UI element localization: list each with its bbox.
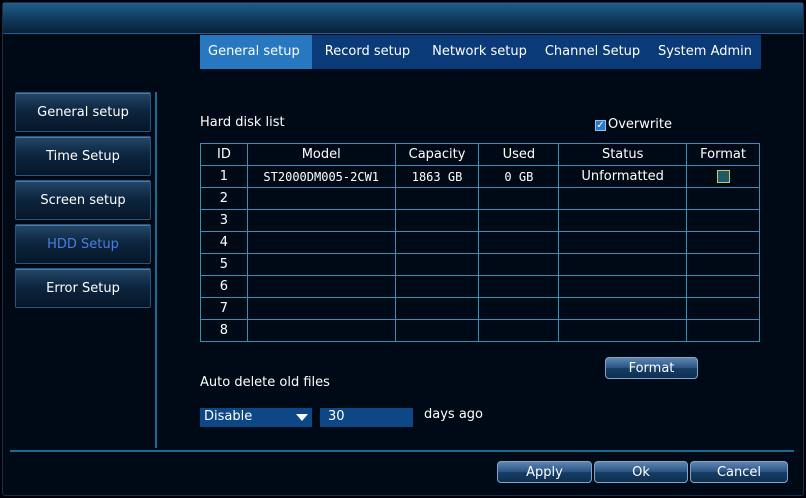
cell-used <box>478 319 560 342</box>
cell-model <box>246 209 396 232</box>
cell-format <box>686 165 760 188</box>
cell-capacity <box>394 187 480 210</box>
column-header-used: Used <box>478 143 560 166</box>
sidebar: General setup Time Setup Screen setup HD… <box>15 92 152 312</box>
sidebar-item-general-setup[interactable]: General setup <box>15 92 151 132</box>
overwrite-label: Overwrite <box>608 117 672 132</box>
cell-format <box>686 209 760 232</box>
table-header-row: ID Model Capacity Used Status Format <box>200 143 760 166</box>
cell-format <box>686 253 760 276</box>
cell-model <box>246 275 396 298</box>
cell-used <box>478 297 560 320</box>
cell-capacity <box>394 209 480 232</box>
cell-used <box>478 231 560 254</box>
tab-network-setup[interactable]: Network setup <box>423 35 536 69</box>
cell-capacity <box>394 297 480 320</box>
cell-format <box>686 319 760 342</box>
cell-used <box>478 253 560 276</box>
days-ago-label: days ago <box>424 407 483 422</box>
cell-status <box>558 187 688 210</box>
footer-divider <box>10 450 794 452</box>
format-button[interactable]: Format <box>605 357 698 379</box>
table-row[interactable]: 6 <box>200 275 760 298</box>
table-row[interactable]: 3 <box>200 209 760 232</box>
cell-status <box>558 209 688 232</box>
cell-status: Unformatted <box>558 165 688 188</box>
cell-status <box>558 297 688 320</box>
cell-used: 0 GB <box>478 165 560 188</box>
cell-capacity <box>394 253 480 276</box>
column-header-format: Format <box>686 143 760 166</box>
cell-id: 5 <box>200 253 248 276</box>
dropdown-arrow-icon <box>296 414 308 421</box>
apply-button[interactable]: Apply <box>497 461 592 483</box>
table-row[interactable]: 1 ST2000DM005-2CW1 1863 GB 0 GB Unformat… <box>200 165 760 188</box>
format-checkbox[interactable] <box>716 170 730 183</box>
cell-format <box>686 275 760 298</box>
sidebar-item-hdd-setup[interactable]: HDD Setup <box>15 224 151 264</box>
column-header-status: Status <box>558 143 688 166</box>
cell-model <box>246 187 396 210</box>
cell-id: 8 <box>200 319 248 342</box>
vertical-divider <box>155 92 157 448</box>
cell-id: 6 <box>200 275 248 298</box>
cell-model <box>246 231 396 254</box>
table-row[interactable]: 2 <box>200 187 760 210</box>
table-row[interactable]: 7 <box>200 297 760 320</box>
cell-capacity <box>394 231 480 254</box>
table-row[interactable]: 4 <box>200 231 760 254</box>
cell-format <box>686 187 760 210</box>
cell-model <box>246 253 396 276</box>
cell-model <box>246 319 396 342</box>
hard-disk-table: ID Model Capacity Used Status Format 1 S… <box>200 143 760 342</box>
ok-button[interactable]: Ok <box>594 461 688 483</box>
auto-delete-label: Auto delete old files <box>200 375 330 390</box>
cell-used <box>478 187 560 210</box>
cell-used <box>478 209 560 232</box>
cell-status <box>558 319 688 342</box>
table-row[interactable]: 8 <box>200 319 760 342</box>
auto-delete-select-value: Disable <box>204 409 253 424</box>
auto-delete-select[interactable]: Disable <box>200 408 312 427</box>
cell-used <box>478 275 560 298</box>
days-input[interactable]: 30 <box>320 408 413 427</box>
cancel-button[interactable]: Cancel <box>690 461 788 483</box>
cell-id: 1 <box>200 165 248 188</box>
sidebar-item-time-setup[interactable]: Time Setup <box>15 136 151 176</box>
cell-model: ST2000DM005-2CW1 <box>246 165 396 188</box>
cell-status <box>558 253 688 276</box>
checkmark-icon: ✓ <box>596 120 605 131</box>
cell-status <box>558 231 688 254</box>
title-bar <box>3 3 803 34</box>
cell-format <box>686 297 760 320</box>
cell-capacity <box>394 319 480 342</box>
tab-record-setup[interactable]: Record setup <box>312 35 423 69</box>
top-tab-bar: General setup Record setup Network setup… <box>200 35 761 69</box>
cell-id: 2 <box>200 187 248 210</box>
table-row[interactable]: 5 <box>200 253 760 276</box>
sidebar-item-screen-setup[interactable]: Screen setup <box>15 180 151 220</box>
column-header-id: ID <box>200 143 248 166</box>
cell-id: 4 <box>200 231 248 254</box>
cell-model <box>246 297 396 320</box>
cell-id: 3 <box>200 209 248 232</box>
tab-channel-setup[interactable]: Channel Setup <box>536 35 649 69</box>
tab-general-setup[interactable]: General setup <box>200 35 312 69</box>
tab-system-admin[interactable]: System Admin <box>649 35 761 69</box>
cell-status <box>558 275 688 298</box>
sidebar-item-error-setup[interactable]: Error Setup <box>15 268 151 308</box>
cell-capacity <box>394 275 480 298</box>
column-header-capacity: Capacity <box>394 143 480 166</box>
cell-id: 7 <box>200 297 248 320</box>
column-header-model: Model <box>246 143 396 166</box>
cell-capacity: 1863 GB <box>394 165 480 188</box>
cell-format <box>686 231 760 254</box>
overwrite-checkbox[interactable]: ✓ <box>595 120 606 131</box>
hard-disk-list-title: Hard disk list <box>200 115 285 130</box>
